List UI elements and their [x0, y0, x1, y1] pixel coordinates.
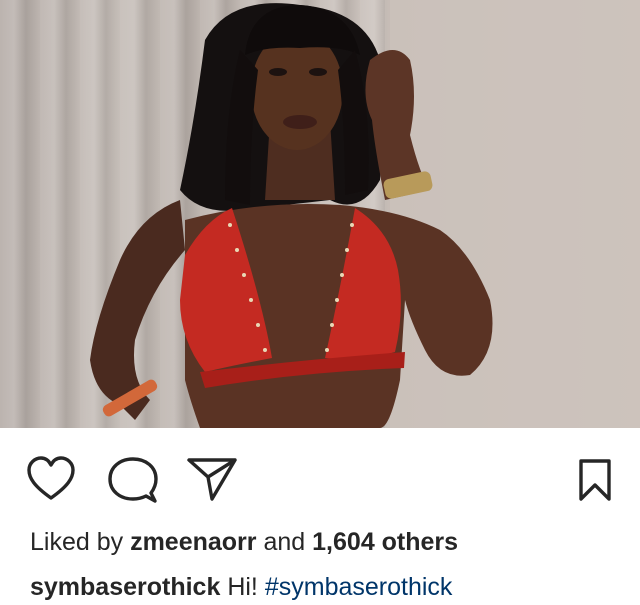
photo-figure [90, 0, 640, 428]
caption-hashtag-link[interactable]: #symbaserothick [265, 573, 453, 601]
likes-prefix: Liked by [30, 528, 124, 556]
post-photo[interactable] [0, 0, 640, 428]
bookmark-icon[interactable] [578, 458, 612, 502]
likes-count-link[interactable]: 1,604 others [312, 528, 458, 556]
caption-text: Hi! [227, 573, 258, 601]
likes-conjunction: and [263, 528, 306, 556]
heart-icon[interactable] [26, 456, 76, 502]
paper-plane-icon[interactable] [186, 456, 238, 502]
liked-by-user-link[interactable]: zmeenaorr [130, 528, 256, 556]
comment-icon[interactable] [108, 456, 158, 504]
post-caption: symbaserothick Hi! #symbaserothick [30, 571, 452, 603]
caption-username-link[interactable]: symbaserothick [30, 573, 220, 601]
likes-summary: Liked by zmeenaorr and 1,604 others [30, 526, 458, 558]
action-bar [0, 428, 640, 528]
